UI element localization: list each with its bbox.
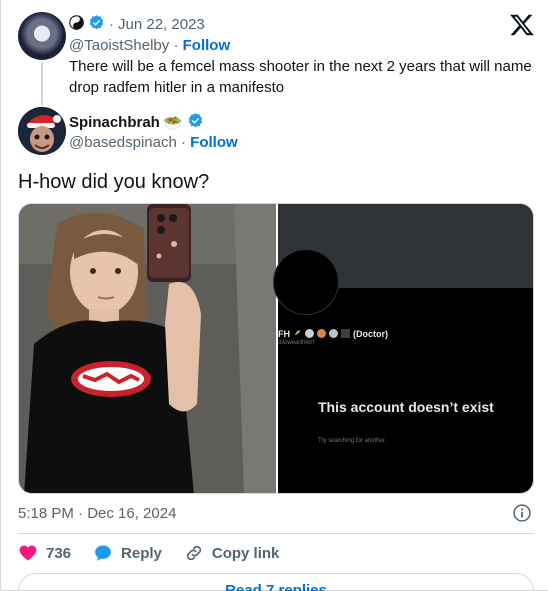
separator-dot: · bbox=[180, 134, 186, 151]
tweet-media[interactable]: FH (Doctor) ollowearthterf This account … bbox=[18, 203, 534, 494]
copy-link-label: Copy link bbox=[211, 544, 280, 562]
parent-handle-row: @TaoistShelby · Follow bbox=[69, 37, 230, 54]
like-button[interactable]: 736 bbox=[18, 543, 71, 563]
screenshot-handle: ollowearthterf bbox=[278, 340, 315, 346]
yin-yang-icon bbox=[69, 14, 84, 34]
reply-handle-row: @basedspinach · Follow bbox=[69, 134, 238, 151]
separator-dot: · bbox=[109, 15, 114, 33]
parent-avatar[interactable] bbox=[18, 12, 66, 60]
verified-badge-icon bbox=[88, 14, 105, 35]
reply-label: Reply bbox=[121, 544, 162, 562]
parent-handle[interactable]: @TaoistShelby bbox=[69, 37, 169, 54]
parent-date[interactable]: Jun 22, 2023 bbox=[118, 16, 205, 33]
moon-emoji-icon bbox=[329, 329, 338, 338]
action-bar: 736 Reply Copy link bbox=[18, 542, 301, 564]
salad-emoji-icon: 🥗 bbox=[163, 114, 183, 132]
parent-tweet-text: There will be a femcel mass shooter in t… bbox=[69, 58, 532, 96]
divider bbox=[18, 533, 534, 534]
heart-icon bbox=[19, 545, 37, 561]
reply-handle[interactable]: @basedspinach bbox=[69, 134, 177, 151]
mirror-selfie-photo[interactable] bbox=[19, 204, 276, 493]
separator-dot: · bbox=[173, 37, 179, 54]
read-replies-button[interactable]: Read 7 replies bbox=[18, 573, 534, 591]
profile-avatar bbox=[274, 250, 338, 314]
plant-emoji-icon bbox=[293, 328, 302, 339]
x-logo-icon[interactable] bbox=[509, 12, 535, 38]
parent-header: · Jun 22, 2023 bbox=[69, 14, 205, 34]
reply-name-row: Spinachbrah 🥗 bbox=[69, 112, 204, 133]
verified-badge-icon bbox=[187, 112, 204, 133]
reply-tweet-text: H-how did you know? bbox=[18, 171, 210, 193]
tweet-card: · Jun 22, 2023 @TaoistShelby · Follow Th… bbox=[0, 0, 548, 591]
parent-follow-button[interactable]: Follow bbox=[183, 37, 231, 54]
screenshot-name: FH bbox=[278, 328, 290, 339]
info-icon[interactable] bbox=[512, 503, 532, 523]
reply-follow-button[interactable]: Follow bbox=[190, 134, 238, 151]
deleted-account-screenshot[interactable]: FH (Doctor) ollowearthterf This account … bbox=[274, 204, 533, 493]
account-missing-title: This account doesn’t exist bbox=[318, 399, 494, 415]
thread-line bbox=[41, 62, 43, 106]
square-emoji-icon bbox=[341, 329, 350, 338]
reply-bubble-icon bbox=[95, 545, 111, 561]
link-icon bbox=[186, 545, 202, 561]
eye-emoji-icon bbox=[305, 329, 314, 338]
copy-link-button[interactable]: Copy link bbox=[184, 543, 280, 563]
reply-button[interactable]: Reply bbox=[93, 543, 162, 563]
account-missing-subtitle: Try searching for another. bbox=[318, 438, 387, 444]
reply-display-name[interactable]: Spinachbrah bbox=[69, 114, 160, 131]
like-count: 736 bbox=[46, 544, 72, 562]
planet-emoji-icon bbox=[317, 329, 326, 338]
tweet-timestamp[interactable]: 5:18 PM · Dec 16, 2024 bbox=[18, 505, 176, 522]
screenshot-name-suffix: (Doctor) bbox=[353, 328, 388, 339]
reply-avatar[interactable] bbox=[18, 107, 66, 155]
screenshot-name-row: FH (Doctor) bbox=[278, 328, 388, 339]
